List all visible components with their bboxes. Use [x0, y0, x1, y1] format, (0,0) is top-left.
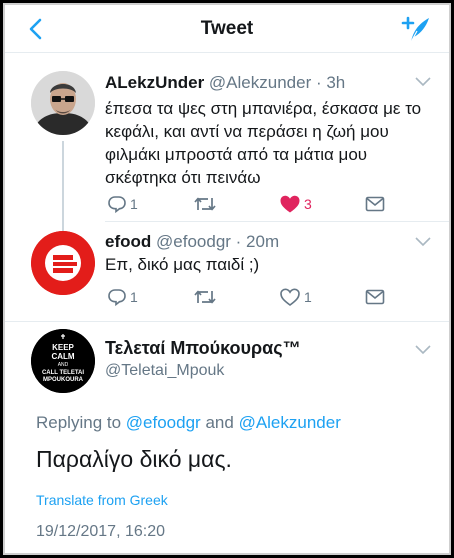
display-name[interactable]: Τελεταί Μπούκουρας™	[105, 338, 301, 359]
avatar-text: CALL TELETAI	[42, 370, 84, 376]
translate-link[interactable]: Translate from Greek	[36, 492, 168, 508]
tweet-detail-screen: Tweet ALekzUnder @Alekzunder · 3h έπεσα …	[3, 3, 451, 555]
tweet-text: Παραλίγο δικό μας.	[36, 446, 232, 472]
username[interactable]: @Teletai_Mpouk	[105, 362, 224, 380]
replying-to: Replying to @efoodgr and @Alekzunder	[36, 413, 341, 433]
avatar-text: MPOUKOURA	[43, 377, 84, 383]
replying-conj: and	[205, 413, 234, 432]
tweet-timestamp: 19/12/2017, 16:20	[36, 523, 166, 540]
avatar[interactable]: KEEP CALM AND CALL TELETAI MPOUKOURA	[31, 329, 95, 393]
reply-mention-efood[interactable]: @efoodgr	[126, 413, 201, 432]
avatar-text: CALM	[51, 352, 74, 361]
chevron-down-icon[interactable]	[415, 345, 431, 355]
avatar-text: KEEP	[52, 343, 74, 352]
reply-mention-alekzunder[interactable]: @Alekzunder	[239, 413, 341, 432]
avatar-text: AND	[58, 362, 69, 368]
main-tweet: KEEP CALM AND CALL TELETAI MPOUKOURA Τελ…	[5, 5, 449, 553]
replying-prefix: Replying to	[36, 413, 122, 432]
